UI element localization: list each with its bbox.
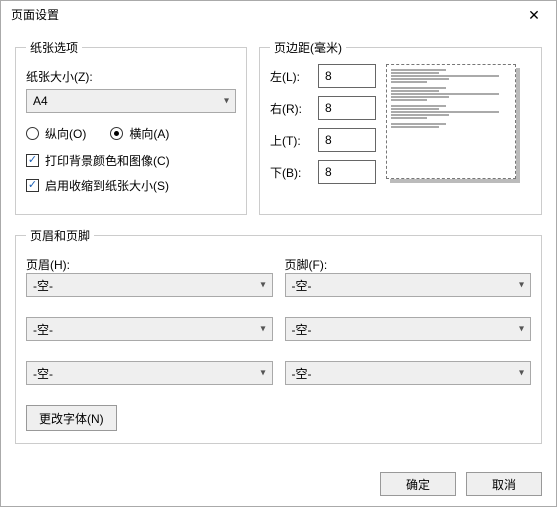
paper-legend: 纸张选项 bbox=[26, 39, 82, 56]
footer-value-3: -空- bbox=[292, 365, 312, 382]
check-icon: ✓ bbox=[26, 179, 39, 192]
hf-legend: 页眉和页脚 bbox=[26, 227, 94, 244]
cancel-button[interactable]: 取消 bbox=[466, 472, 542, 496]
header-value-1: -空- bbox=[33, 277, 53, 294]
margins-group: 页边距(毫米) 左(L): 右(R): 上(T): bbox=[259, 39, 542, 215]
header-value-2: -空- bbox=[33, 321, 53, 338]
margin-top-input[interactable] bbox=[318, 128, 376, 152]
shrink-to-fit-label: 启用收缩到纸张大小(S) bbox=[45, 177, 169, 194]
chevron-down-icon: ▾ bbox=[519, 368, 524, 379]
paper-size-value: A4 bbox=[33, 94, 48, 108]
close-icon[interactable]: ✕ bbox=[512, 1, 556, 29]
footer-value-1: -空- bbox=[292, 277, 312, 294]
orientation-landscape-radio[interactable]: 横向(A) bbox=[110, 125, 169, 142]
margin-left-label: 左(L): bbox=[270, 68, 310, 85]
chevron-down-icon: ▾ bbox=[224, 96, 229, 107]
margin-bottom-label: 下(B): bbox=[270, 164, 310, 181]
paper-size-label: 纸张大小(Z): bbox=[26, 68, 236, 85]
orientation-landscape-label: 横向(A) bbox=[129, 125, 169, 142]
header-value-3: -空- bbox=[33, 365, 53, 382]
header-footer-group: 页眉和页脚 页眉(H): 页脚(F): -空- ▾ -空- ▾ -空- ▾ -空… bbox=[15, 227, 542, 444]
print-background-checkbox[interactable]: ✓ 打印背景颜色和图像(C) bbox=[26, 152, 236, 169]
chevron-down-icon: ▾ bbox=[260, 324, 265, 335]
print-background-label: 打印背景颜色和图像(C) bbox=[45, 152, 170, 169]
footer-label: 页脚(F): bbox=[285, 256, 532, 273]
margin-top-label: 上(T): bbox=[270, 132, 310, 149]
margin-bottom-input[interactable] bbox=[318, 160, 376, 184]
shrink-to-fit-checkbox[interactable]: ✓ 启用收缩到纸张大小(S) bbox=[26, 177, 236, 194]
header-select-3[interactable]: -空- ▾ bbox=[26, 361, 273, 385]
margin-right-label: 右(R): bbox=[270, 100, 310, 117]
orientation-portrait-label: 纵向(O) bbox=[45, 125, 86, 142]
header-select-2[interactable]: -空- ▾ bbox=[26, 317, 273, 341]
window-title: 页面设置 bbox=[11, 8, 59, 22]
footer-select-1[interactable]: -空- ▾ bbox=[285, 273, 532, 297]
orientation-portrait-radio[interactable]: 纵向(O) bbox=[26, 125, 86, 142]
header-select-1[interactable]: -空- ▾ bbox=[26, 273, 273, 297]
ok-button[interactable]: 确定 bbox=[380, 472, 456, 496]
check-icon: ✓ bbox=[26, 154, 39, 167]
footer-select-2[interactable]: -空- ▾ bbox=[285, 317, 532, 341]
header-label: 页眉(H): bbox=[26, 256, 273, 273]
footer-value-2: -空- bbox=[292, 321, 312, 338]
chevron-down-icon: ▾ bbox=[260, 280, 265, 291]
margin-right-input[interactable] bbox=[318, 96, 376, 120]
page-preview bbox=[386, 64, 516, 179]
paper-options-group: 纸张选项 纸张大小(Z): A4 ▾ 纵向(O) 横向(A) ✓ 打印背 bbox=[15, 39, 247, 215]
change-font-button[interactable]: 更改字体(N) bbox=[26, 405, 117, 431]
paper-size-select[interactable]: A4 ▾ bbox=[26, 89, 236, 113]
margin-left-input[interactable] bbox=[318, 64, 376, 88]
chevron-down-icon: ▾ bbox=[519, 324, 524, 335]
chevron-down-icon: ▾ bbox=[519, 280, 524, 291]
margins-legend: 页边距(毫米) bbox=[270, 39, 346, 56]
radio-icon bbox=[26, 127, 39, 140]
chevron-down-icon: ▾ bbox=[260, 368, 265, 379]
radio-icon bbox=[110, 127, 123, 140]
footer-select-3[interactable]: -空- ▾ bbox=[285, 361, 532, 385]
